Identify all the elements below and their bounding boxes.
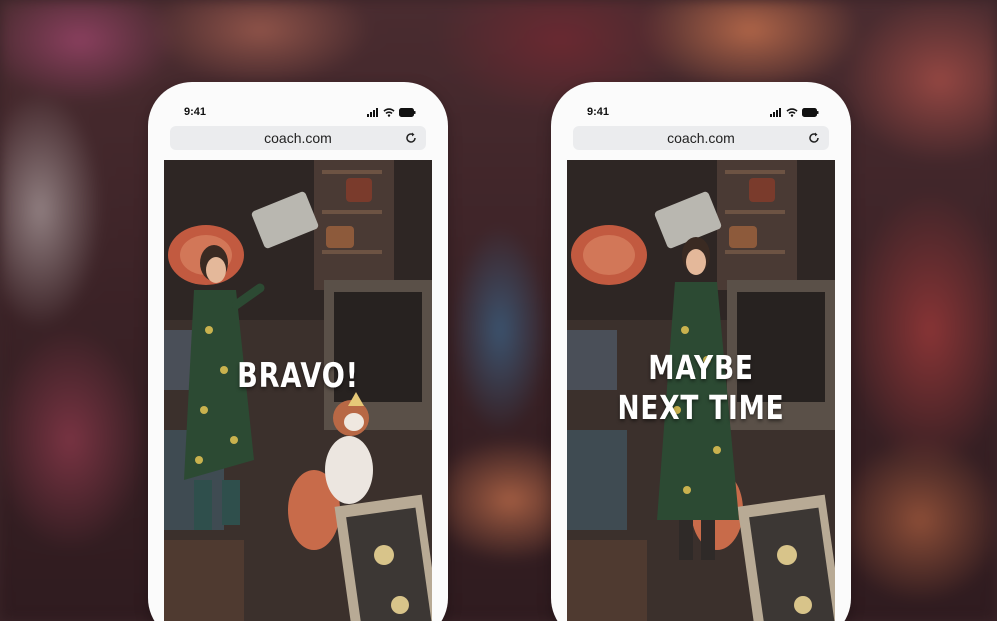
page-viewport: BRAVO!: [164, 160, 432, 621]
wifi-icon: [786, 107, 798, 117]
wifi-icon: [383, 107, 395, 117]
status-icons: [367, 107, 416, 117]
result-overlay-text: MAYBE NEXT TIME: [594, 348, 808, 428]
cellular-signal-icon: [367, 107, 378, 117]
address-bar[interactable]: coach.com: [170, 126, 426, 150]
battery-icon: [802, 107, 819, 117]
status-bar: 9:41: [587, 104, 819, 120]
reload-icon[interactable]: [404, 131, 418, 145]
page-viewport: MAYBE NEXT TIME: [567, 160, 835, 621]
overlay-line: NEXT TIME: [617, 388, 785, 427]
battery-icon: [399, 107, 416, 117]
phone-mockup-right: 9:41 coach.com MAYBE NEXT TIME: [551, 82, 851, 621]
status-icons: [770, 107, 819, 117]
overlay-line: MAYBE: [648, 348, 754, 387]
status-time: 9:41: [587, 106, 610, 118]
url-text: coach.com: [264, 130, 332, 146]
address-bar[interactable]: coach.com: [573, 126, 829, 150]
status-bar: 9:41: [184, 104, 416, 120]
status-time: 9:41: [184, 106, 207, 118]
result-overlay-text: BRAVO!: [191, 356, 405, 396]
phone-mockup-left: 9:41 coach.com BRAVO!: [148, 82, 448, 621]
overlay-line: BRAVO!: [237, 356, 359, 396]
cellular-signal-icon: [770, 107, 781, 117]
url-text: coach.com: [667, 130, 735, 146]
reload-icon[interactable]: [807, 131, 821, 145]
